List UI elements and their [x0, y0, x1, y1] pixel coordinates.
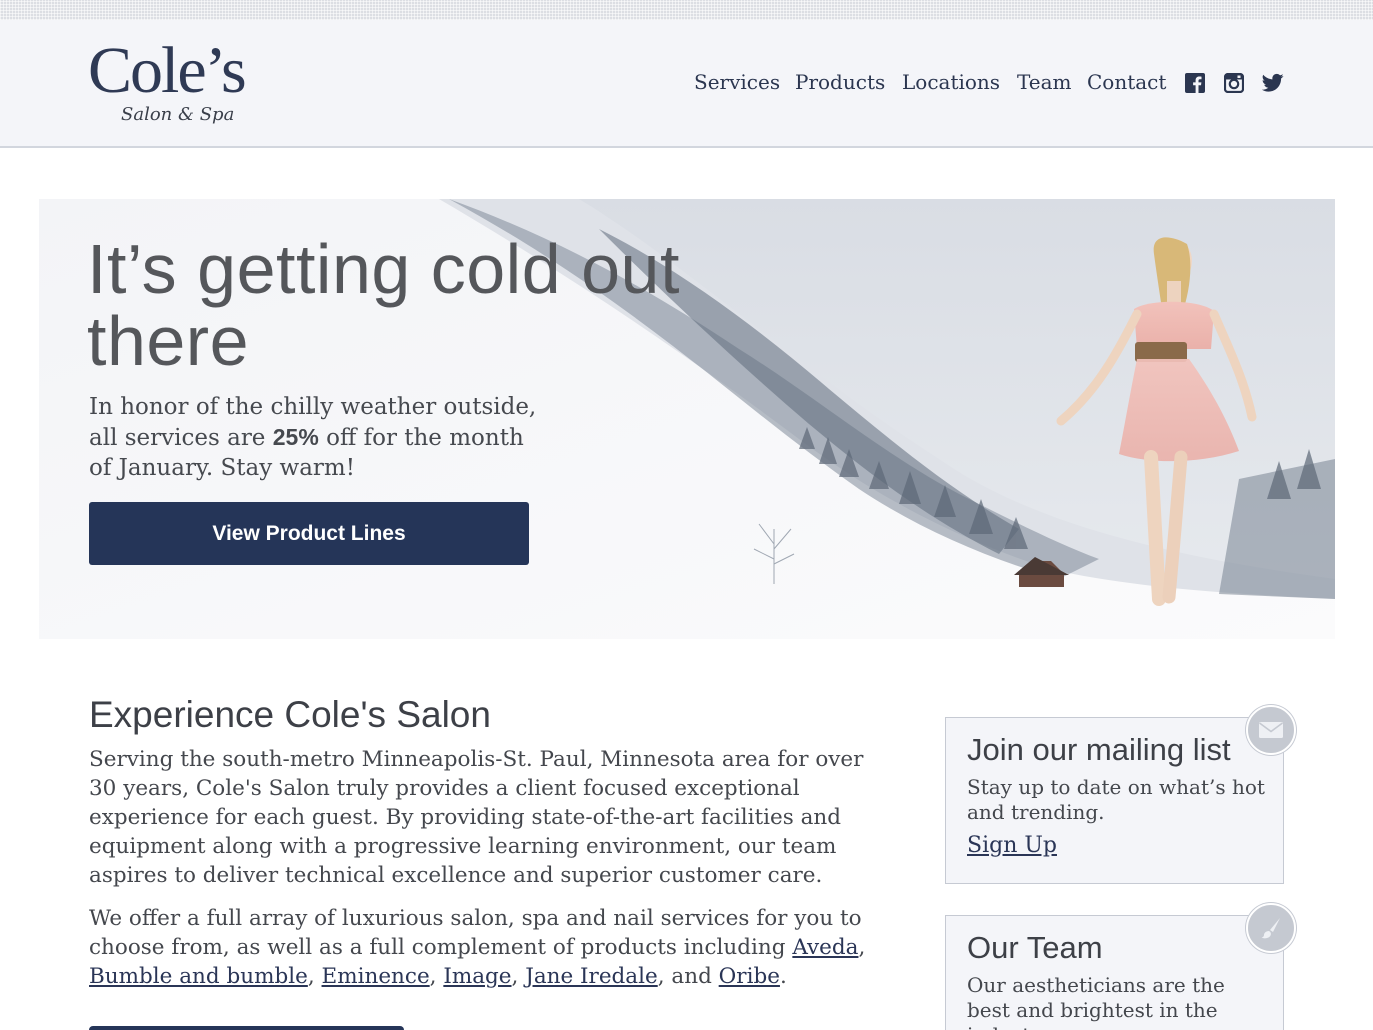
our-team-card: Our Team Our aestheticians are the best …: [945, 915, 1284, 1030]
view-product-lines-button[interactable]: View Product Lines: [89, 502, 529, 565]
twitter-icon[interactable]: [1261, 73, 1284, 93]
brand-link-bumble-and-bumble[interactable]: Bumble and bumble: [89, 964, 308, 989]
sign-up-link[interactable]: Sign Up: [967, 833, 1057, 858]
hero-title: It’s getting cold out there: [87, 230, 680, 380]
discount-value: 25%: [272, 424, 319, 450]
nav-link-products[interactable]: Products: [795, 70, 885, 94]
nav-link-services[interactable]: Services: [694, 70, 780, 94]
our-team-text: Our aestheticians are the best and brigh…: [967, 973, 1225, 1030]
nav-link-team[interactable]: Team: [1017, 70, 1072, 94]
logo-wordmark: Cole’s: [88, 34, 247, 107]
top-pattern-strip: [0, 0, 1373, 20]
instagram-icon[interactable]: [1223, 72, 1245, 94]
partial-button[interactable]: [89, 1026, 404, 1030]
mailing-list-title: Join our mailing list: [967, 732, 1231, 767]
nav-link-contact[interactable]: Contact: [1087, 70, 1166, 94]
logo-tagline: Salon & Spa: [121, 104, 235, 125]
envelope-icon: [1246, 705, 1296, 755]
nav-link-locations[interactable]: Locations: [902, 70, 1000, 94]
our-team-title: Our Team: [967, 930, 1103, 965]
facebook-icon[interactable]: [1185, 73, 1205, 93]
brand-link-aveda[interactable]: Aveda: [792, 935, 858, 960]
intro-paragraph: Serving the south-metro Minneapolis-St. …: [89, 747, 864, 888]
brush-icon: [1246, 903, 1296, 953]
mailing-list-card: Join our mailing list Stay up to date on…: [945, 717, 1284, 884]
brand-link-image[interactable]: Image: [443, 964, 511, 989]
brand-link-eminence[interactable]: Eminence: [322, 964, 430, 989]
hero-banner: It’s getting cold out there In honor of …: [39, 199, 1335, 639]
services-paragraph: We offer a full array of luxurious salon…: [89, 906, 866, 989]
main-content: Experience Cole's Salon Serving the sout…: [89, 693, 879, 1030]
brand-link-oribe[interactable]: Oribe: [719, 964, 780, 989]
hero-text: In honor of the chilly weather outside, …: [89, 394, 537, 481]
logo[interactable]: Cole’s Salon & Spa: [88, 38, 268, 128]
brand-link-jane-iredale[interactable]: Jane Iredale: [525, 964, 658, 989]
section-title: Experience Cole's Salon: [89, 694, 491, 735]
site-header: Cole’s Salon & Spa Services Products Loc…: [0, 20, 1373, 148]
mailing-list-text: Stay up to date on what’s hot and trendi…: [967, 775, 1265, 824]
